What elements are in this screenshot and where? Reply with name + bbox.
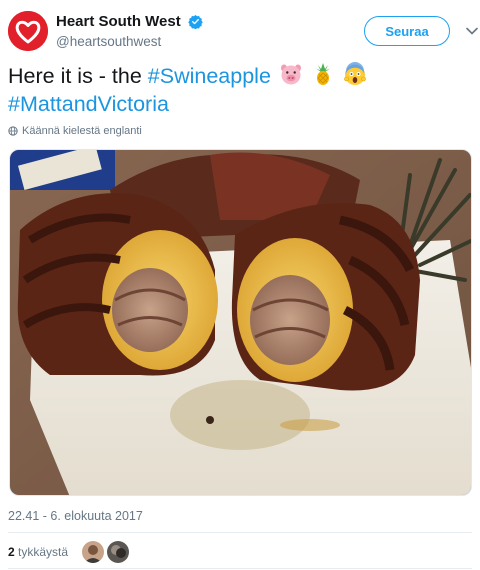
hashtag-link-swineapple[interactable]: #Swineapple bbox=[148, 64, 271, 88]
liker-avatar[interactable] bbox=[82, 541, 105, 563]
likes-count: 2 bbox=[8, 545, 15, 559]
hashtag-link-mattandvictoria[interactable]: #MattandVictoria bbox=[8, 92, 169, 116]
tweet-timestamp[interactable]: 22.41 - 6. elokuuta 2017 bbox=[8, 509, 143, 523]
food-photo bbox=[10, 150, 471, 495]
account-handle[interactable]: @heartsouthwest bbox=[56, 32, 203, 52]
chevron-down-icon[interactable] bbox=[464, 23, 480, 39]
screaming-face-icon bbox=[344, 62, 366, 85]
tweet-photo[interactable] bbox=[9, 149, 472, 496]
verified-badge-icon bbox=[188, 14, 203, 29]
likes-label: tykkäystä bbox=[18, 545, 69, 559]
display-name[interactable]: Heart South West bbox=[56, 12, 181, 31]
liker-avatar[interactable] bbox=[107, 541, 130, 563]
likes-count-link[interactable]: 2 tykkäystä bbox=[8, 545, 68, 559]
globe-icon bbox=[8, 126, 18, 136]
follow-button[interactable]: Seuraa bbox=[364, 16, 450, 46]
account-names: Heart South West @heartsouthwest bbox=[56, 12, 203, 52]
pig-face-icon bbox=[280, 64, 301, 85]
tweet-header: Heart South West @heartsouthwest Seuraa bbox=[8, 9, 478, 55]
tweet-text: Here it is - the #Swineapple #MattandVic… bbox=[8, 62, 472, 118]
profile-avatar[interactable] bbox=[8, 11, 48, 51]
translate-link[interactable]: Käännä kielestä englanti bbox=[8, 125, 142, 137]
tweet-stats: 2 tykkäystä bbox=[8, 540, 130, 564]
translate-label: Käännä kielestä englanti bbox=[22, 125, 142, 137]
liker-avatars bbox=[82, 541, 130, 563]
pineapple-icon bbox=[315, 63, 330, 85]
divider bbox=[8, 532, 472, 533]
tweet-text-prefix: Here it is - the bbox=[8, 64, 148, 88]
divider bbox=[8, 568, 472, 569]
